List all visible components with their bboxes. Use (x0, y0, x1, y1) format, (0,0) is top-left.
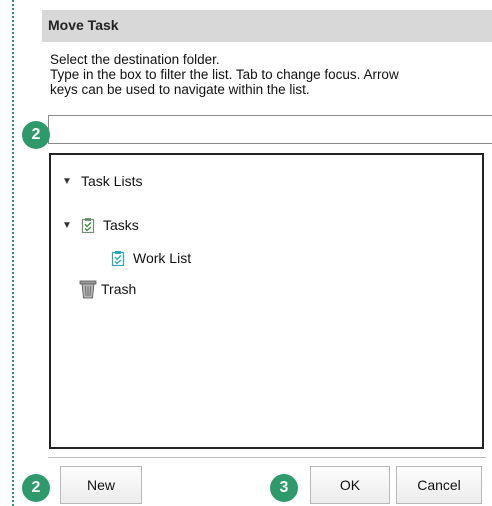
instruction-line: Select the destination folder. (50, 52, 220, 67)
ok-button[interactable]: OK (310, 466, 390, 504)
tree-item-trash[interactable]: Trash (79, 278, 136, 300)
dialog-instructions: Select the destination folder. Type in t… (50, 52, 490, 97)
callout-badge: 2 (22, 474, 50, 502)
move-task-dialog: Move Task Select the destination folder.… (42, 0, 492, 506)
tree-item-tasks[interactable]: ▼ Tasks (61, 214, 139, 236)
cancel-button[interactable]: Cancel (396, 466, 482, 504)
button-bar-divider (48, 457, 486, 458)
task-list-icon (81, 217, 95, 233)
callout-badge: 2 (22, 121, 50, 149)
tree-item-label: Trash (101, 281, 137, 297)
tree-item-work-list[interactable]: Work List (103, 247, 191, 269)
instruction-line: keys can be used to navigate within the … (50, 82, 310, 97)
tree-item-label: Tasks (103, 217, 139, 233)
new-button[interactable]: New (60, 466, 142, 504)
expand-arrow-icon[interactable]: ▼ (61, 220, 73, 231)
task-list-icon (111, 250, 125, 266)
folder-tree[interactable]: ▼ Task Lists ▼ Tasks Work List Trash (49, 153, 484, 449)
filter-input[interactable] (48, 115, 492, 144)
tree-item-label: Task Lists (81, 173, 143, 189)
dialog-title: Move Task (42, 10, 492, 42)
trash-icon (79, 280, 97, 299)
tree-item-task-lists[interactable]: ▼ Task Lists (61, 170, 142, 192)
callout-guide-line (12, 0, 14, 506)
callout-badge: 3 (270, 474, 298, 502)
tree-item-label: Work List (133, 250, 192, 266)
expand-arrow-icon[interactable]: ▼ (61, 176, 73, 187)
instruction-line: Type in the box to filter the list. Tab … (50, 67, 399, 82)
